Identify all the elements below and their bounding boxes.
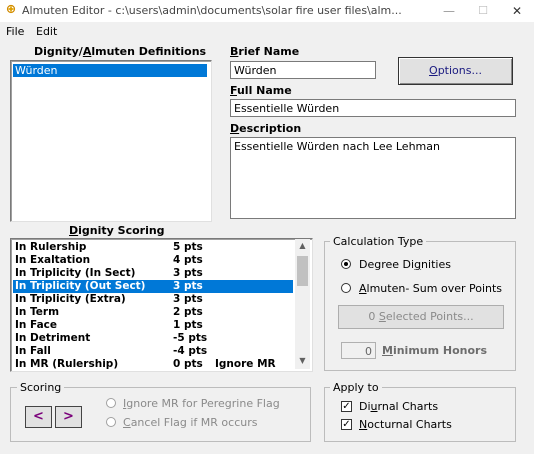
scroll-down-icon[interactable]: ▼ — [295, 356, 310, 368]
nocturnal-label[interactable]: Nocturnal Charts — [359, 418, 452, 431]
apply-to-title: Apply to — [330, 381, 382, 394]
table-row[interactable]: In Fall -4 pts — [13, 345, 293, 358]
dignity-scoring-list[interactable]: In Rulership 5 pts In Exaltation 4 pts In … — [10, 238, 313, 372]
menu-file[interactable]: File — [6, 25, 24, 38]
list-item[interactable]: Würden — [13, 64, 207, 77]
table-row-selected[interactable]: In Triplicity (Out Sect) 3 pts — [13, 280, 293, 293]
description-label: Description — [230, 122, 302, 135]
options-button[interactable]: Options... — [398, 57, 513, 85]
table-row[interactable]: In Rulership 5 pts — [13, 241, 293, 254]
menu-bar: File Edit — [0, 23, 534, 41]
full-name-field[interactable]: Essentielle Würden — [230, 99, 516, 117]
table-row[interactable]: In Triplicity (Extra) 3 pts — [13, 293, 293, 306]
scoring-rows: In Rulership 5 pts In Exaltation 4 pts In … — [13, 241, 296, 371]
ignore-mr-radio[interactable] — [106, 398, 116, 408]
table-row[interactable]: In Triplicity (In Sect) 3 pts — [13, 267, 293, 280]
maximize-button[interactable]: ☐ — [466, 0, 500, 22]
next-button[interactable]: > — [55, 406, 82, 428]
apply-to-group — [324, 387, 516, 442]
cancel-flag-radio[interactable] — [106, 417, 116, 427]
previous-button[interactable]: < — [25, 406, 52, 428]
cancel-flag-label[interactable]: Cancel Flag if MR occurs — [123, 416, 257, 429]
definitions-heading: Dignity/Almuten Definitions — [34, 45, 207, 58]
table-row[interactable]: In Exaltation 4 pts — [13, 254, 293, 267]
title-bar: Almuten Editor - c:\users\admin\document… — [0, 0, 534, 22]
scoring-scrollbar[interactable]: ▲ ▼ — [295, 239, 310, 369]
brief-name-field[interactable]: Würden — [230, 61, 376, 79]
window-title: Almuten Editor - c:\users\admin\document… — [22, 4, 402, 17]
table-row[interactable]: In MR (Rulership) 0 pts Ignore MR — [13, 358, 293, 371]
scrollbar-thumb[interactable] — [297, 256, 308, 286]
scroll-up-icon[interactable]: ▲ — [295, 241, 310, 253]
almuten-sum-label[interactable]: Almuten- Sum over Points — [359, 282, 502, 295]
brief-name-label: Brief Name — [230, 45, 300, 58]
almuten-sum-radio[interactable] — [341, 283, 351, 293]
dignity-scoring-heading: Dignity Scoring — [69, 224, 165, 237]
full-name-label: Full Name — [230, 84, 292, 97]
diurnal-checkbox[interactable]: ✓ — [341, 401, 352, 412]
definitions-list[interactable]: Würden — [10, 60, 212, 222]
minimum-honors-field[interactable]: 0 — [341, 342, 376, 359]
degree-dignities-radio[interactable] — [341, 259, 351, 269]
app-icon — [6, 4, 16, 14]
description-field[interactable]: Essentielle Würden nach Lee Lehman — [230, 137, 516, 219]
nocturnal-checkbox[interactable]: ✓ — [341, 419, 352, 430]
menu-edit[interactable]: Edit — [36, 25, 57, 38]
minimum-honors-label: Minimum Honors — [382, 344, 488, 357]
calculation-type-title: Calculation Type — [330, 235, 427, 248]
minimize-button[interactable]: — — [432, 0, 466, 22]
selected-points-button[interactable]: 0 Selected Points... — [338, 305, 504, 329]
ignore-mr-label[interactable]: Ignore MR for Peregrine Flag — [123, 397, 280, 410]
close-button[interactable]: ✕ — [500, 0, 534, 22]
scoring-title: Scoring — [17, 381, 65, 394]
table-row[interactable]: In Detriment -5 pts — [13, 332, 293, 345]
table-row[interactable]: In Term 2 pts — [13, 306, 293, 319]
degree-dignities-label[interactable]: Degree Dignities — [359, 258, 451, 271]
diurnal-label[interactable]: Diurnal Charts — [359, 400, 438, 413]
table-row[interactable]: In Face 1 pts — [13, 319, 293, 332]
